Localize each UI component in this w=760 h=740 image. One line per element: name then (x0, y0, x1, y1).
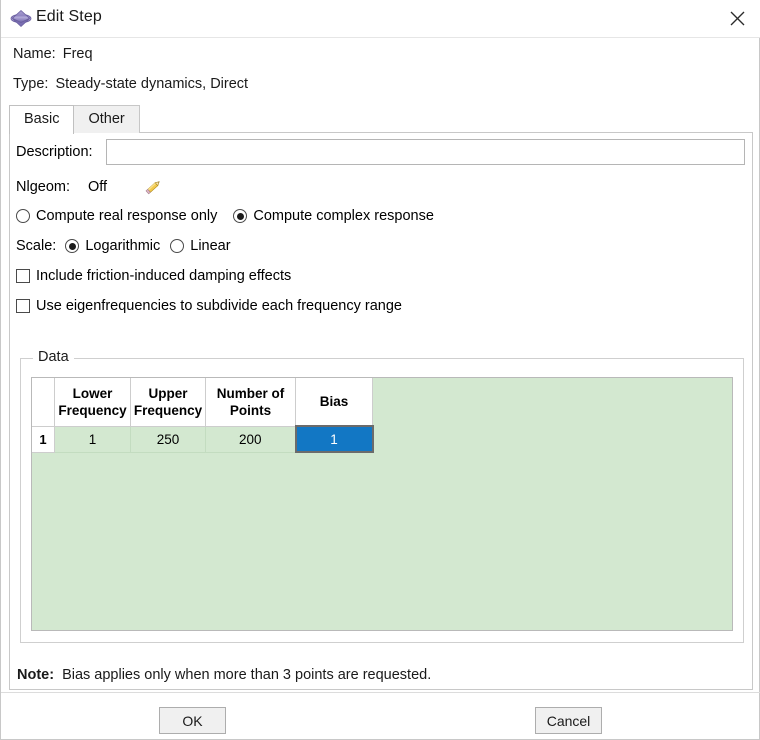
radio-scale-logarithmic[interactable] (65, 239, 80, 253)
note-prefix: Note: (17, 667, 55, 683)
column-header-number-of-points[interactable]: Number of Points (205, 378, 296, 427)
radio-scale-linear[interactable] (170, 239, 185, 253)
checkbox-row-eigenfrequencies: Use eigenfrequencies to subdivide each f… (16, 298, 418, 314)
window-title: Edit Step (36, 8, 102, 25)
cell-upper-frequency-1[interactable]: 250 (130, 426, 206, 453)
tab-other[interactable]: Other (73, 105, 140, 133)
close-icon[interactable] (713, 0, 760, 37)
response-radio-group: Compute real response only Compute compl… (16, 208, 450, 224)
radio-scale-linear-label: Linear (190, 238, 231, 254)
description-label: Description: (16, 144, 93, 160)
footer-divider (1, 692, 760, 693)
nlgeom-label: Nlgeom: (16, 179, 70, 195)
nlgeom-value: Off (88, 179, 108, 195)
scale-label: Scale: (16, 238, 57, 254)
title-bar: Edit Step (1, 0, 760, 38)
row-header-1[interactable]: 1 (32, 426, 55, 453)
radio-scale-logarithmic-label: Logarithmic (85, 238, 161, 254)
column-header-lower-frequency[interactable]: Lower Frequency (54, 378, 131, 427)
step-name-label: Name: (13, 46, 56, 62)
edit-step-dialog: Edit Step Name: Freq Type: Steady-state dy… (0, 0, 760, 740)
description-input[interactable] (106, 139, 745, 165)
column-header-bias[interactable]: Bias (295, 378, 373, 427)
tab-panel-basic: Description: Nlgeom: Off Compute real re… (9, 132, 753, 690)
note-text: Bias applies only when more than 3 point… (62, 667, 432, 683)
data-group-title: Data (33, 349, 74, 365)
checkbox-use-eigenfrequencies[interactable] (16, 299, 30, 313)
radio-compute-real-response-only[interactable] (16, 209, 30, 223)
cancel-button[interactable]: Cancel (535, 707, 602, 734)
step-diamond-icon (10, 8, 32, 29)
cell-lower-frequency-1[interactable]: 1 (54, 426, 131, 453)
checkbox-include-friction-induced-damping[interactable] (16, 269, 30, 283)
tab-other-label: Other (88, 111, 125, 127)
radio-compute-real-response-only-label: Compute real response only (36, 208, 218, 224)
step-type-label: Type: (13, 76, 49, 92)
step-name-value: Freq (62, 46, 93, 62)
tab-basic-label: Basic (24, 111, 60, 127)
tab-basic[interactable]: Basic (9, 105, 75, 134)
checkbox-include-friction-induced-damping-label: Include friction-induced damping effects (36, 268, 292, 284)
table-header-row: Lower Frequency Upper Frequency Number o… (32, 378, 373, 427)
column-header-upper-frequency[interactable]: Upper Frequency (130, 378, 206, 427)
step-type-value: Steady-state dynamics, Direct (55, 76, 249, 92)
data-group-box: Data Lower Frequency Upper Frequency Num… (20, 349, 744, 643)
cell-number-of-points-1[interactable]: 200 (205, 426, 296, 453)
ok-button[interactable]: OK (159, 707, 226, 734)
radio-compute-complex-response-label: Compute complex response (253, 208, 434, 224)
cell-bias-1[interactable]: 1 (294, 425, 374, 453)
note-row: Note: Bias applies only when more than 3 … (17, 667, 431, 683)
table-row: 1 1 250 200 1 (32, 425, 374, 453)
table-corner-cell (32, 378, 55, 427)
step-type-row: Type: Steady-state dynamics, Direct (13, 76, 248, 92)
radio-compute-complex-response[interactable] (233, 209, 248, 223)
checkbox-use-eigenfrequencies-label: Use eigenfrequencies to subdivide each f… (36, 298, 402, 314)
step-name-row: Name: Freq (13, 46, 93, 62)
checkbox-row-friction-damping: Include friction-induced damping effects (16, 268, 307, 284)
scale-radio-group: Scale: Logarithmic Linear (16, 238, 247, 254)
data-table: Lower Frequency Upper Frequency Number o… (32, 378, 374, 453)
pencil-icon[interactable] (138, 175, 168, 199)
tab-strip: Basic Other (9, 105, 140, 134)
data-table-scroll-area[interactable]: Lower Frequency Upper Frequency Number o… (31, 377, 733, 631)
